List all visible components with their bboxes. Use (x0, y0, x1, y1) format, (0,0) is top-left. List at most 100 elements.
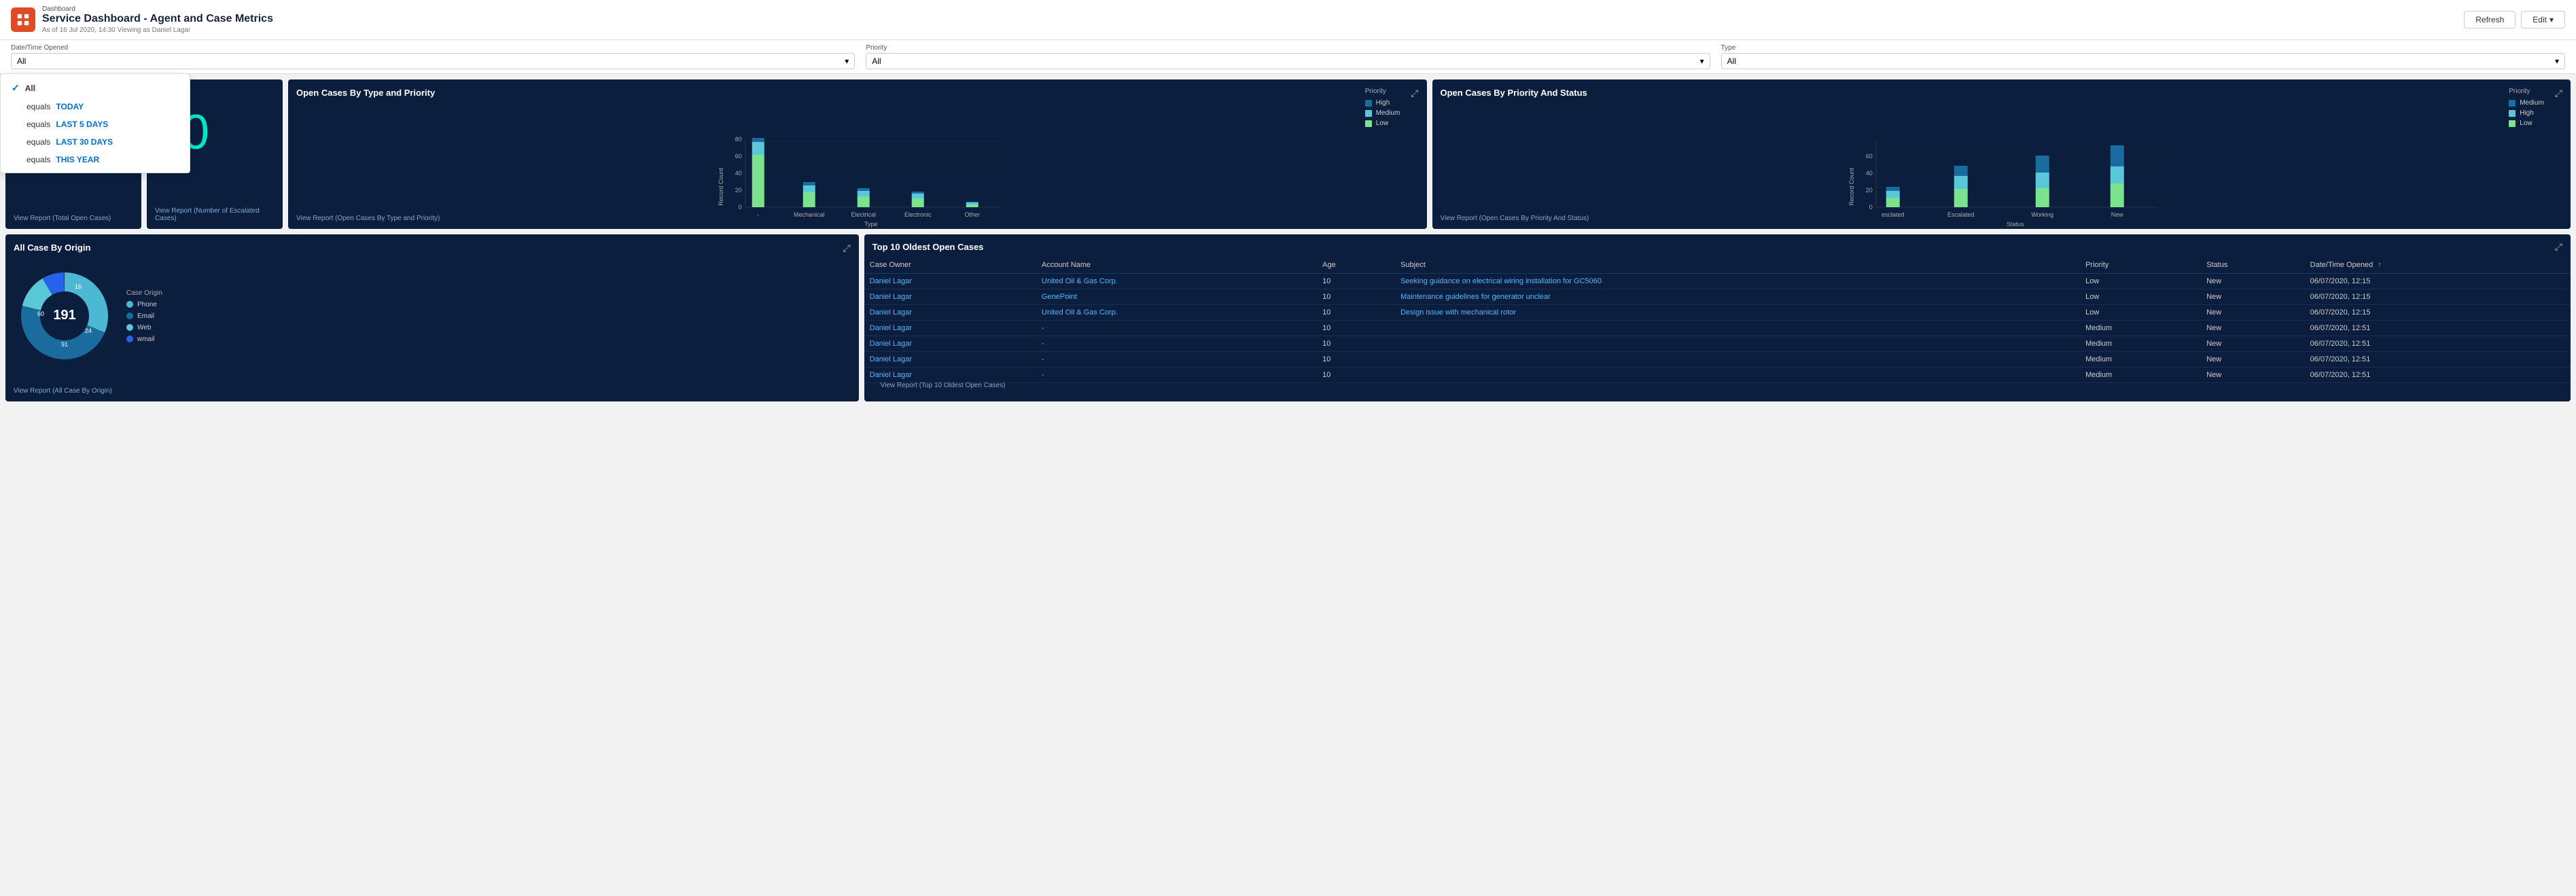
col-priority: Priority (2080, 257, 2201, 274)
svg-text:60: 60 (735, 153, 742, 160)
donut-legend-title: Case Origin (126, 289, 162, 297)
chart-origin-report-link[interactable]: View Report (All Case By Origin) (14, 387, 112, 395)
cell-datetime: 06/07/2020, 12:51 (2305, 352, 2571, 368)
chart-type-priority-svg: 0 20 40 60 80 Record Count - (296, 132, 1419, 228)
legend-phone-label: Phone (137, 301, 157, 308)
expand-icon3[interactable]: ⤢ (843, 243, 850, 254)
priority-filter-select[interactable]: All ▾ (866, 53, 1710, 69)
app-icon (11, 7, 35, 32)
table-row: Daniel Lagar - 10 Medium New 06/07/2020,… (864, 336, 2571, 352)
svg-text:0: 0 (739, 204, 742, 211)
legend-medium-dot (1365, 110, 1372, 117)
header-actions: Refresh Edit ▾ (2464, 11, 2565, 29)
datetime-filter-select[interactable]: All ▾ (11, 53, 855, 69)
cell-account[interactable]: United Oil & Gas Corp. (1036, 274, 1317, 289)
cell-owner[interactable]: Daniel Lagar (864, 305, 1036, 321)
total-open-report-link[interactable]: View Report (Total Open Cases) (14, 215, 111, 222)
priority-filter-label: Priority (866, 44, 1710, 52)
dropdown-item-today[interactable]: equals TODAY (1, 98, 190, 115)
escalated-report-link[interactable]: View Report (Number of Escalated Cases) (155, 207, 283, 222)
cell-account[interactable]: GenePoint (1036, 289, 1317, 305)
cell-subject[interactable]: Design issue with mechanical rotor (1395, 305, 2080, 321)
legend-medium2: Medium (2509, 99, 2544, 107)
cell-priority: Low (2080, 289, 2201, 305)
cell-owner[interactable]: Daniel Lagar (864, 289, 1036, 305)
cell-status: New (2201, 336, 2304, 352)
chart-origin-title: All Case By Origin (14, 243, 90, 253)
legend-phone-dot (126, 301, 133, 308)
chart-priority-status-svg: 0 20 40 60 Record Count esclated Escalat… (1441, 132, 2563, 228)
table-oldest-report-link[interactable]: View Report (Top 10 Oldest Open Cases) (872, 376, 2571, 395)
expand-icon[interactable]: ⤢ (1411, 88, 1418, 99)
legend-email-label: Email (137, 312, 154, 320)
cell-age: 10 (1317, 305, 1395, 321)
donut-area: 191 16 60 91 24 Case Origin Phone (14, 259, 851, 372)
chart-type-priority: Open Cases By Type and Priority Priority… (288, 79, 1427, 229)
legend-high2-label: High (2520, 109, 2534, 117)
cell-account[interactable]: - (1036, 321, 1317, 336)
cell-status: New (2201, 289, 2304, 305)
svg-text:Record Count: Record Count (718, 168, 724, 206)
chart-type-priority-report-link[interactable]: View Report (Open Cases By Type and Prio… (296, 215, 440, 222)
dropdown-item-all[interactable]: ✓ All (1, 78, 190, 98)
header-title-block: Dashboard Service Dashboard - Agent and … (42, 5, 273, 34)
chart-type-priority-title: Open Cases By Type and Priority (296, 88, 435, 98)
cell-owner[interactable]: Daniel Lagar (864, 274, 1036, 289)
legend-low2-dot (2509, 120, 2516, 127)
dropdown-last5-prefix: equals (27, 120, 50, 129)
cell-subject[interactable] (1395, 352, 2080, 368)
cell-subject[interactable]: Seeking guidance on electrical wiring in… (1395, 274, 2080, 289)
cell-account[interactable]: - (1036, 352, 1317, 368)
dropdown-item-last30[interactable]: equals LAST 30 DAYS (1, 133, 190, 151)
cell-account[interactable]: - (1036, 336, 1317, 352)
table-header-row: Case Owner Account Name Age Subject Prio… (864, 257, 2571, 274)
legend-low-dot (1365, 120, 1372, 127)
cell-subject[interactable]: Maintenance guidelines for generator unc… (1395, 289, 2080, 305)
header: Dashboard Service Dashboard - Agent and … (0, 0, 2576, 40)
filters-bar: Date/Time Opened All ▾ ✓ All equals TODA… (0, 40, 2576, 74)
dropdown-item-last5[interactable]: equals LAST 5 DAYS (1, 115, 190, 133)
breadcrumb: Dashboard (42, 5, 273, 13)
type-filter-select[interactable]: All ▾ (1721, 53, 2565, 69)
cell-status: New (2201, 321, 2304, 336)
svg-text:191: 191 (53, 308, 75, 323)
svg-text:20: 20 (1865, 187, 1872, 194)
legend-medium-label: Medium (1376, 109, 1400, 117)
svg-text:Working: Working (2031, 211, 2053, 218)
donut-legend-area: Case Origin Phone Email Web (126, 289, 162, 343)
dropdown-item-thisyear[interactable]: equals THIS YEAR (1, 151, 190, 168)
cell-priority: Medium (2080, 321, 2201, 336)
table-row: Daniel Lagar United Oil & Gas Corp. 10 S… (864, 274, 2571, 289)
refresh-button[interactable]: Refresh (2464, 11, 2516, 29)
legend-high: High (1365, 99, 1400, 107)
expand-icon2[interactable]: ⤢ (2555, 88, 2562, 99)
table-oldest-title: Top 10 Oldest Open Cases (872, 242, 984, 252)
cell-owner[interactable]: Daniel Lagar (864, 321, 1036, 336)
svg-text:40: 40 (1865, 170, 1872, 177)
type-filter-value: All (1727, 56, 1736, 66)
svg-text:esclated: esclated (1881, 211, 1904, 218)
legend-email-dot (126, 312, 133, 319)
cell-account[interactable]: United Oil & Gas Corp. (1036, 305, 1317, 321)
svg-text:-: - (757, 211, 759, 218)
dashboard: 158 View Report (Total Open Cases) 30 Vi… (0, 74, 2576, 896)
edit-button[interactable]: Edit ▾ (2521, 11, 2565, 29)
header-subtitle: As of 16 Jul 2020, 14:30 Viewing as Dani… (42, 26, 273, 34)
legend-high2: High (2509, 109, 2544, 117)
cell-subject[interactable] (1395, 321, 2080, 336)
legend-medium2-label: Medium (2520, 99, 2544, 107)
col-owner: Case Owner (864, 257, 1036, 274)
svg-text:0: 0 (1869, 204, 1872, 211)
chevron-down-icon: ▾ (2555, 56, 2559, 66)
svg-text:Mechanical: Mechanical (794, 211, 825, 218)
svg-text:New: New (2111, 211, 2123, 218)
cell-subject[interactable] (1395, 336, 2080, 352)
cell-priority: Low (2080, 274, 2201, 289)
cell-owner[interactable]: Daniel Lagar (864, 352, 1036, 368)
expand-icon4[interactable]: ⤢ (2555, 241, 2562, 253)
cell-owner[interactable]: Daniel Lagar (864, 336, 1036, 352)
chart-type-priority-header: Open Cases By Type and Priority Priority… (296, 88, 1419, 127)
legend-title: Priority (1365, 88, 1400, 95)
chart-priority-status-report-link[interactable]: View Report (Open Cases By Priority And … (1441, 215, 1589, 222)
svg-text:60: 60 (37, 310, 44, 317)
